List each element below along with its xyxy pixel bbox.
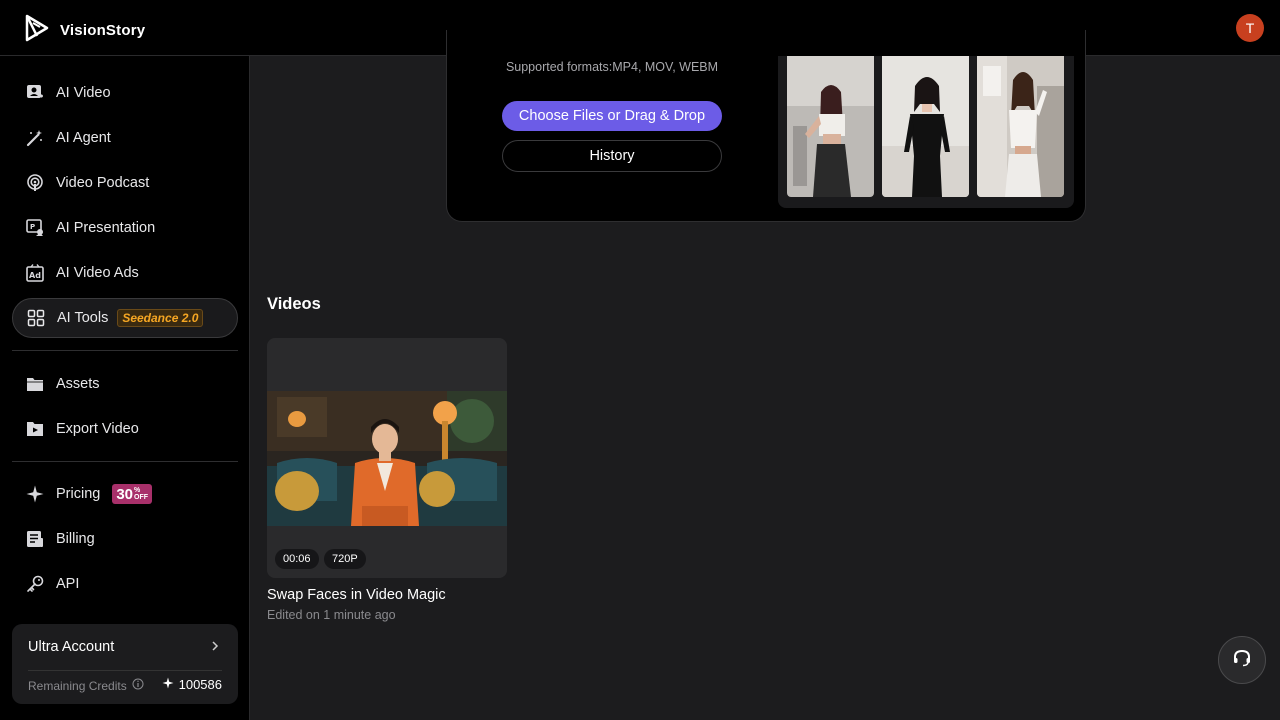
logo[interactable]: VisionStory [24,14,145,47]
supported-formats: Supported formats:MP4, MOV, WEBM [505,60,719,74]
choose-files-button[interactable]: Choose Files or Drag & Drop [502,101,722,131]
account-card[interactable]: Ultra Account Remaining Credits 100586 [12,624,238,704]
svg-text:P: P [30,223,35,231]
sidebar-item-export-video[interactable]: Export Video [12,409,238,449]
sidebar-item-label: AI Tools [57,310,109,326]
headset-icon [1232,648,1252,673]
sidebar-item-ai-agent[interactable]: AI Agent [12,118,238,158]
sample-videos [778,56,1074,208]
sparkle-icon [26,485,44,503]
folder-icon [26,375,44,393]
sidebar-item-label: Assets [56,376,100,392]
sidebar-item-assets[interactable]: Assets [12,364,238,404]
sidebar-item-billing[interactable]: Billing [12,519,238,559]
duration-chip: 00:06 [275,549,319,569]
ai-video-icon [26,84,44,102]
podcast-icon [26,174,44,192]
resolution-chip: 720P [324,549,366,569]
sidebar-item-video-podcast[interactable]: Video Podcast [12,163,238,203]
receipt-icon [26,530,44,548]
sidebar-item-ai-video[interactable]: AI Video [12,73,238,113]
grid-icon [27,309,45,327]
magic-wand-icon [26,129,44,147]
sidebar-item-label: Video Podcast [56,175,150,191]
video-edited-time: Edited on 1 minute ago [267,608,396,622]
discount-badge: 30 % OFF [112,484,153,504]
sidebar-item-label: AI Video [56,85,111,101]
account-title: Ultra Account [28,639,115,655]
sidebar-item-ai-video-ads[interactable]: Ad AI Video Ads [12,253,238,293]
sparkle-icon [162,677,174,692]
credits-value-row: 100586 [162,677,222,692]
sidebar-item-label: Billing [56,531,95,547]
sidebar-item-label: AI Agent [56,130,111,146]
sidebar-item-label: Pricing [56,486,101,502]
sample-video-thumbnail[interactable] [977,56,1064,197]
export-video-icon [26,420,44,438]
history-button[interactable]: History [502,140,722,172]
video-card[interactable]: 00:06 720P [267,338,507,578]
user-avatar[interactable]: T [1236,14,1264,42]
svg-text:Ad: Ad [29,271,41,280]
sidebar-divider [12,350,238,351]
video-thumbnail[interactable] [267,391,507,526]
sidebar-item-label: AI Video Ads [56,265,139,281]
sidebar-divider [12,461,238,462]
logo-icon [24,14,50,47]
credits-label-row: Remaining Credits [28,678,144,693]
videos-section-title: Videos [267,295,321,313]
discount-off: OFF [134,494,149,501]
sidebar-item-api[interactable]: API [12,564,238,604]
info-icon[interactable] [132,678,144,693]
support-button[interactable] [1218,636,1266,684]
sidebar-item-label: API [56,576,80,592]
discount-number: 30 [116,485,134,503]
credits-value: 100586 [178,677,222,692]
account-divider [28,670,222,671]
discount-percent: % [134,487,141,494]
sidebar-item-label: AI Presentation [56,220,156,236]
sidebar-item-ai-presentation[interactable]: P AI Presentation [12,208,238,248]
sample-video-thumbnail[interactable] [882,56,969,197]
seedance-badge: Seedance 2.0 [117,309,204,327]
video-title[interactable]: Swap Faces in Video Magic [267,587,446,603]
presentation-icon: P [26,219,44,237]
sample-video-thumbnail[interactable] [787,56,874,197]
sidebar-item-label: Export Video [56,421,139,437]
key-icon [26,575,44,593]
ad-icon: Ad [26,264,44,282]
credits-label: Remaining Credits [28,678,127,693]
sidebar-item-ai-tools[interactable]: AI Tools Seedance 2.0 [12,298,238,338]
app-name: VisionStory [60,22,146,39]
sidebar-item-pricing[interactable]: Pricing 30 % OFF [12,474,238,514]
chevron-right-icon [210,639,220,655]
